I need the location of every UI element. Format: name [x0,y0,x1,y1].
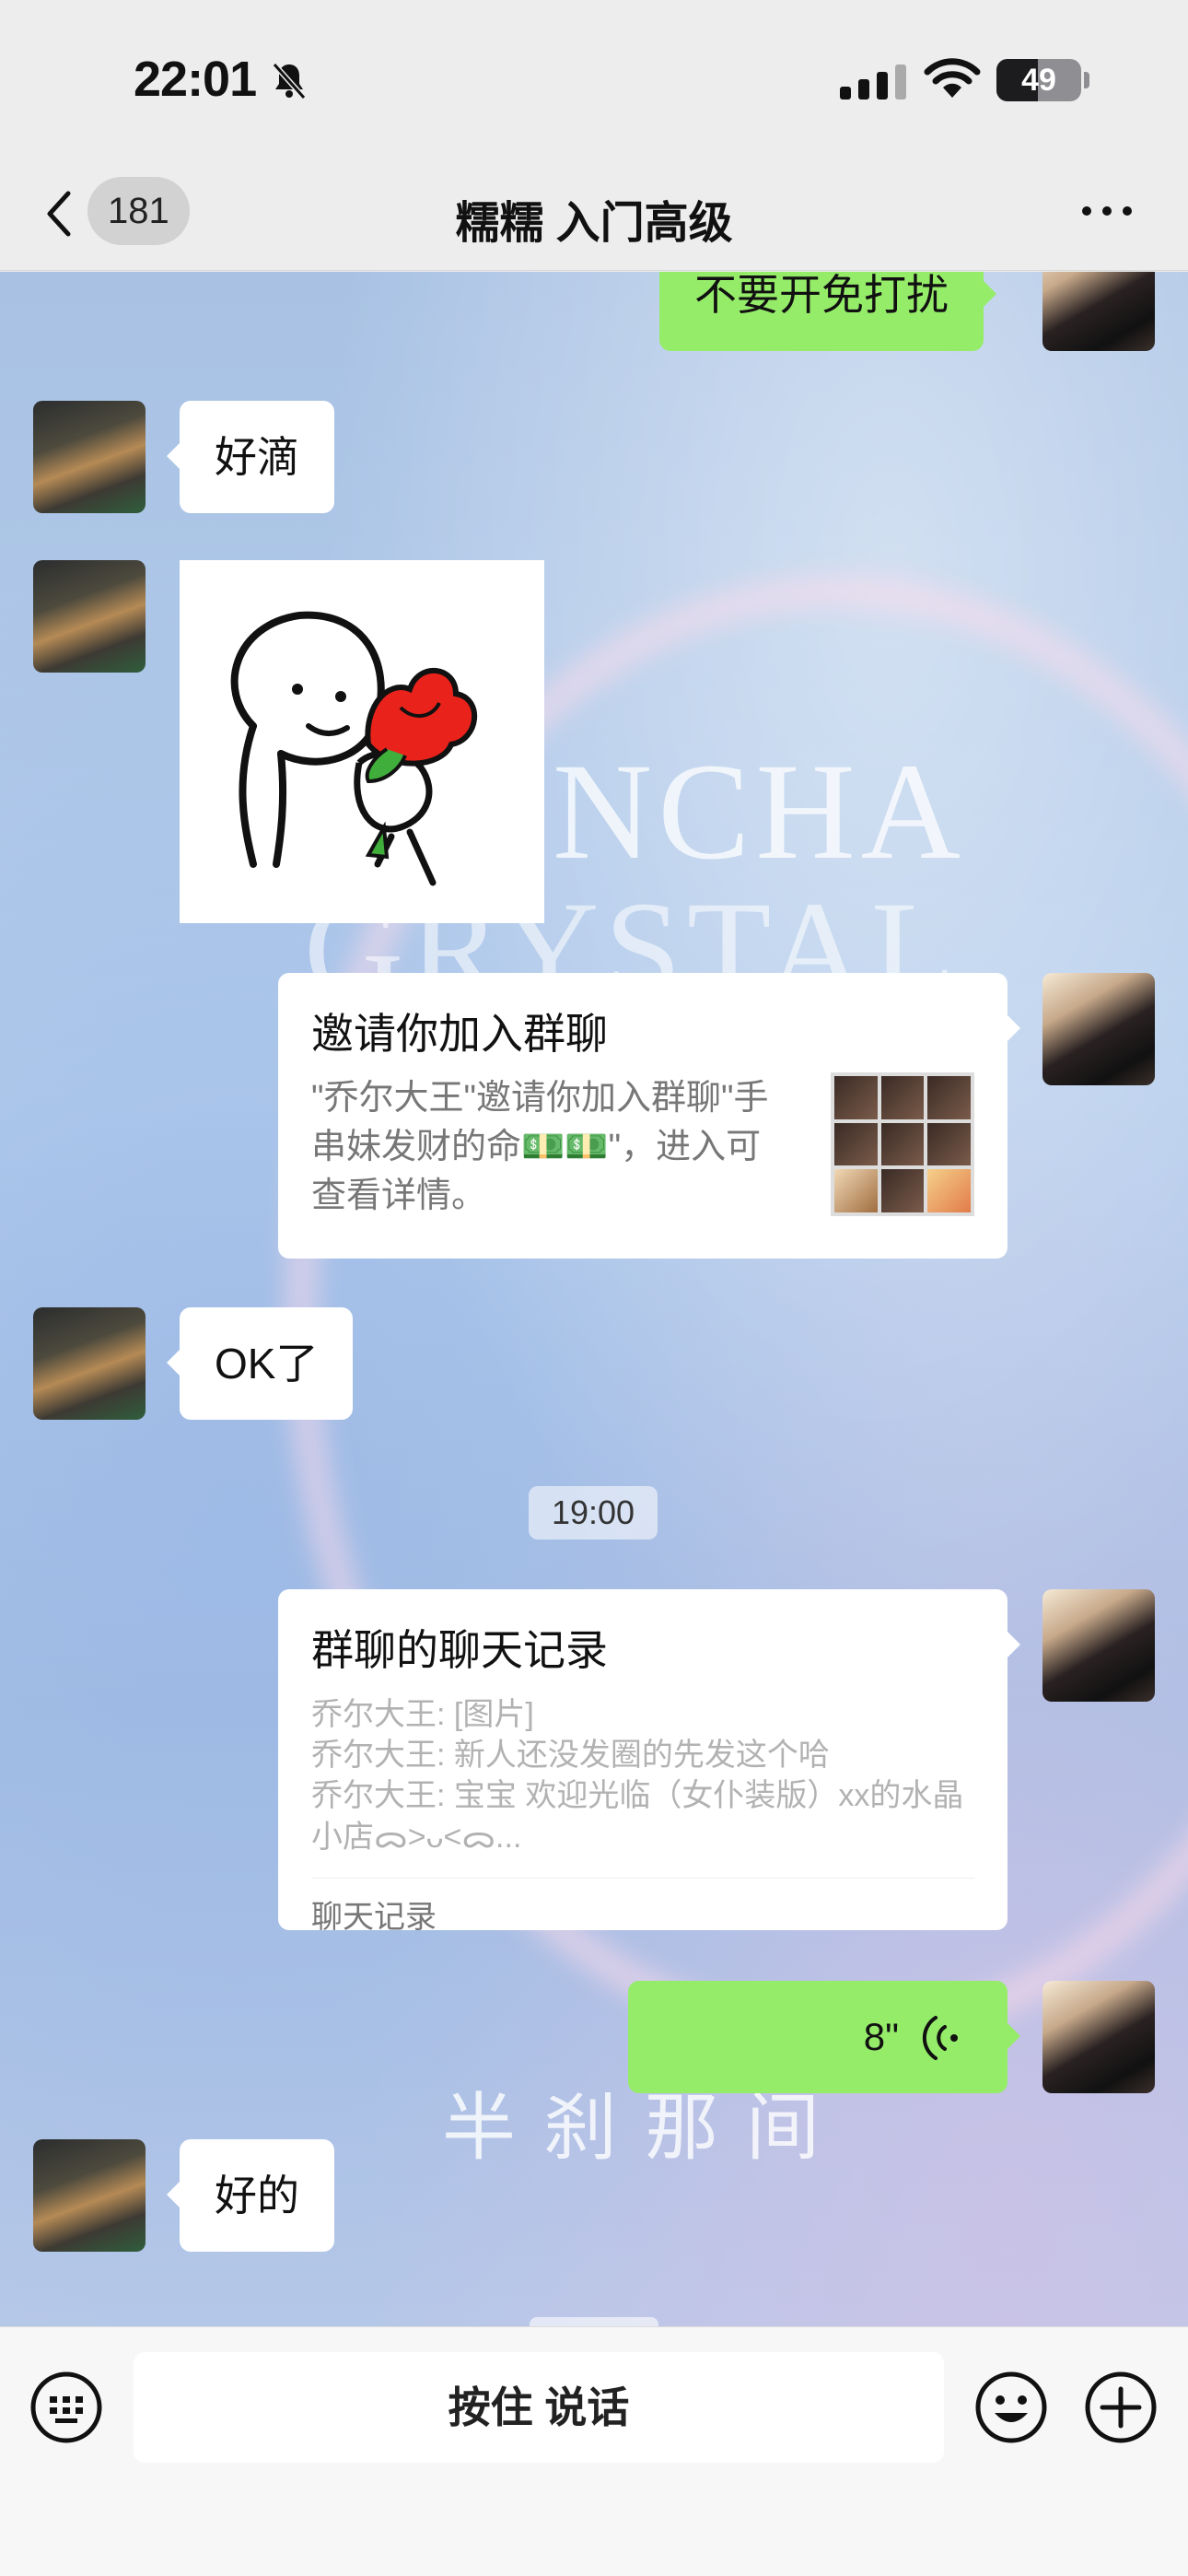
add-more-icon[interactable] [1084,2371,1158,2444]
emoji-icon[interactable] [974,2371,1048,2444]
battery-tip [1084,72,1089,88]
message-text: 不要开免打扰 [694,272,949,319]
message-list[interactable]: NCHA GRYSTAL 半刹那间 不要开免打扰 好滴 邀请你加入群聊 "乔尔大… [0,272,1188,2326]
wifi-icon [924,58,981,98]
cellular-signal-icon [840,64,906,100]
battery-level: 49 [1021,63,1056,98]
voice-message-bubble[interactable]: 8" [628,1981,1020,2093]
message-text: 好的 [215,2172,299,2219]
avatar-self[interactable] [1042,1589,1155,1702]
message-bubble-sent[interactable]: 不要开免打扰 [659,272,996,351]
chat-record-card[interactable]: 群聊的聊天记录 乔尔大王: [图片] 乔尔大王: 新人还没发圈的先发这个哈 乔尔… [278,1589,1020,1935]
status-bar: 22:01 49 [0,0,1188,157]
wallpaper-text: NCHA [553,735,967,888]
invite-card-description: "乔尔大王"邀请你加入群聊"手串妹发财的命💵💵"，进入可查看详情。 [311,1079,769,1216]
rose-sticker-icon [230,611,478,886]
voice-wave-icon [922,2016,958,2060]
message-text: 好滴 [215,433,299,481]
avatar-self[interactable] [1042,272,1155,351]
record-line: 乔尔大王: 新人还没发圈的先发这个哈 [311,1738,830,1774]
message-bubble-received[interactable]: 好的 [167,2139,334,2252]
avatar-contact[interactable] [33,401,146,513]
group-invite-card[interactable]: 邀请你加入群聊 "乔尔大王"邀请你加入群聊"手串妹发财的命💵💵"，进入可查看详情… [278,973,1020,1259]
record-line: 乔尔大王: [图片] [311,1697,534,1732]
record-line: 乔尔大王: 宝宝 欢迎光临（女仆装版）xx的水晶小店ᯅ>ᴗ<ᯅ... [311,1778,964,1855]
avatar-self[interactable] [1042,973,1155,1085]
keyboard-icon[interactable] [29,2371,103,2444]
scroll-indicator [530,2317,658,2326]
input-bar: 按住 说话 [0,2326,1188,2576]
more-options-icon[interactable] [1077,197,1136,225]
record-card-footer: 聊天记录 [311,1877,974,1937]
status-time: 22:01 [134,52,257,107]
message-text: OK了 [215,1340,319,1388]
avatar-contact[interactable] [33,2139,146,2252]
message-timestamp: 19:00 [529,1486,658,1540]
sticker-image[interactable] [180,560,544,923]
avatar-contact[interactable] [33,560,146,673]
bell-muted-icon [272,63,307,100]
battery-icon: 49 [996,59,1081,101]
avatar-self[interactable] [1042,1981,1155,2093]
voice-duration: 8" [863,2015,899,2058]
chat-header: 181 糯糯 入门高级 [0,157,1188,271]
record-card-title: 群聊的聊天记录 [311,1626,608,1674]
group-avatar-grid [831,1072,974,1216]
avatar-contact[interactable] [33,1307,146,1420]
message-bubble-received[interactable]: OK了 [166,1307,354,1420]
message-bubble-received[interactable]: 好滴 [167,401,334,513]
record-preview: 乔尔大王: [图片] 乔尔大王: 新人还没发圈的先发这个哈 乔尔大王: 宝宝 欢… [311,1694,974,1857]
invite-card-title: 邀请你加入群聊 [311,1010,608,1058]
chat-title: 糯糯 入门高级 [455,199,733,248]
hold-to-talk-button[interactable]: 按住 说话 [134,2352,944,2463]
